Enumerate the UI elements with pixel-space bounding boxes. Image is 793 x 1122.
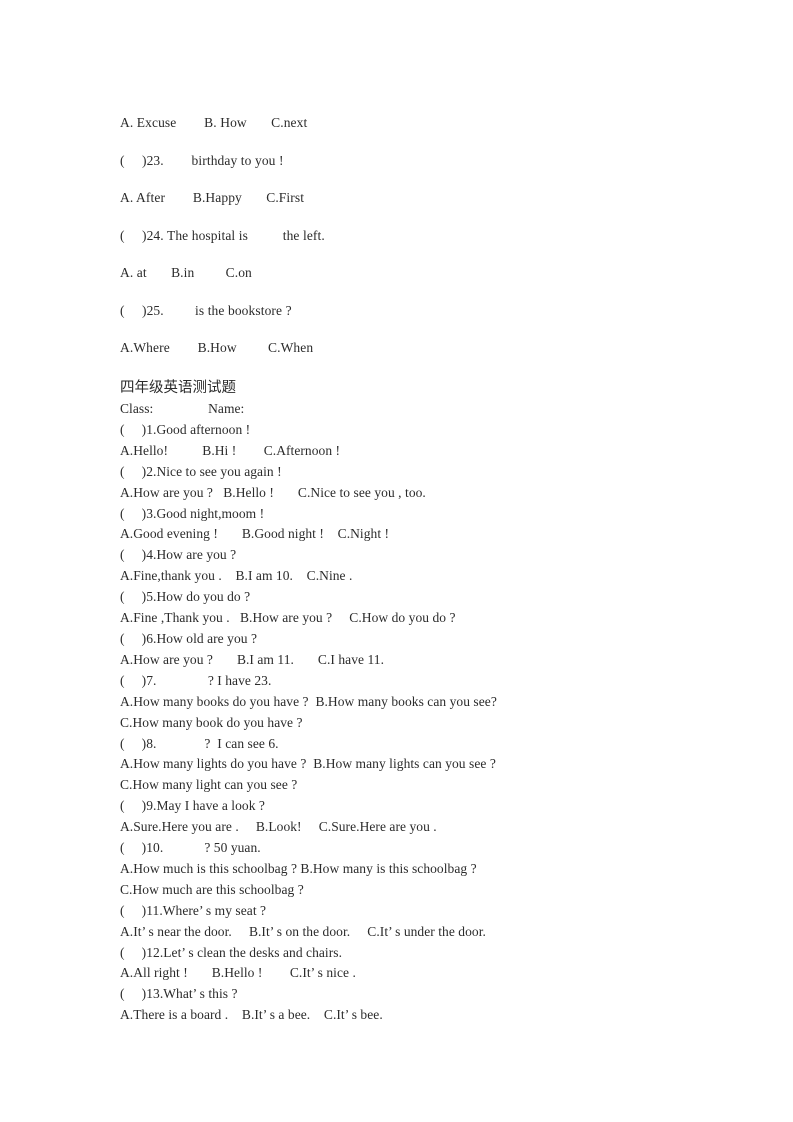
options-line-10b: C.How much are this schoolbag ?	[120, 881, 304, 897]
options-line-4: A.Fine,thank you . B.I am 10. C.Nine .	[120, 568, 353, 584]
options-line-5: A.Fine ,Thank you . B.How are you ? C.Ho…	[120, 610, 456, 626]
question-line-13: ( )13.What’ s this ?	[120, 986, 238, 1002]
question-line-12: ( )12.Let’ s clean the desks and chairs.	[120, 944, 342, 960]
question-line-4: ( )4.How are you ?	[120, 547, 237, 563]
question-line-11: ( )11.Where’ s my seat ?	[120, 902, 267, 918]
question-line-23: ( )23. birthday to you !	[120, 152, 284, 168]
question-line-24: ( )24. The hospital is the left.	[120, 227, 325, 243]
document-page: A. Excuse B. How C.next ( )23. birthday …	[0, 0, 793, 1122]
options-line-2: A.How are you ? B.Hello ! C.Nice to see …	[120, 484, 426, 500]
question-line-2: ( )2.Nice to see you again !	[120, 463, 282, 479]
class-name-field-line: Class: Name:	[120, 401, 245, 416]
options-line-12: A.All right ! B.Hello ! C.It’ s nice .	[120, 965, 356, 981]
question-line-25: ( )25. is the bookstore ?	[120, 302, 292, 318]
options-line-13: A.There is a board . B.It’ s a bee. C.It…	[120, 1007, 383, 1023]
options-line-22: A. Excuse B. How C.next	[120, 115, 308, 130]
question-line-1: ( )1.Good afternoon !	[120, 421, 251, 437]
options-line-23: A. After B.Happy C.First	[120, 190, 305, 205]
carryover-question-block: A. Excuse B. How C.next ( )23. birthday …	[120, 104, 720, 367]
question-line-8: ( )8. ? I can see 6.	[120, 735, 279, 751]
question-line-7: ( )7. ? I have 23.	[120, 672, 272, 688]
question-line-5: ( )5.How do you do ?	[120, 589, 251, 605]
options-line-24: A. at B.in C.on	[120, 265, 252, 280]
options-line-25: A.Where B.How C.When	[120, 340, 314, 355]
options-line-6: A.How are you ? B.I am 11. C.I have 11.	[120, 651, 384, 667]
options-line-8b: C.How many light can you see ?	[120, 777, 298, 793]
options-line-7b: C.How many book do you have ?	[120, 714, 303, 730]
options-line-8a: A.How many lights do you have ? B.How ma…	[120, 756, 496, 772]
test-paper-block: 四年级英语测试题 Class: Name: ( )1.Good afternoo…	[120, 377, 740, 1026]
options-line-1: A.Hello! B.Hi ! C.Afternoon !	[120, 442, 341, 458]
question-line-6: ( )6.How old are you ?	[120, 630, 258, 646]
options-line-3: A.Good evening ! B.Good night ! C.Night …	[120, 526, 390, 542]
question-line-3: ( )3.Good night,moom !	[120, 505, 265, 521]
options-line-11: A.It’ s near the door. B.It’ s on the do…	[120, 923, 486, 939]
options-line-9: A.Sure.Here you are . B.Look! C.Sure.Her…	[120, 819, 437, 835]
question-line-10: ( )10. ? 50 yuan.	[120, 840, 261, 856]
page-title: 四年级英语测试题	[120, 380, 236, 396]
options-line-7a: A.How many books do you have ? B.How man…	[120, 693, 497, 709]
options-line-10a: A.How much is this schoolbag ? B.How man…	[120, 860, 477, 876]
question-line-9: ( )9.May I have a look ?	[120, 798, 265, 814]
